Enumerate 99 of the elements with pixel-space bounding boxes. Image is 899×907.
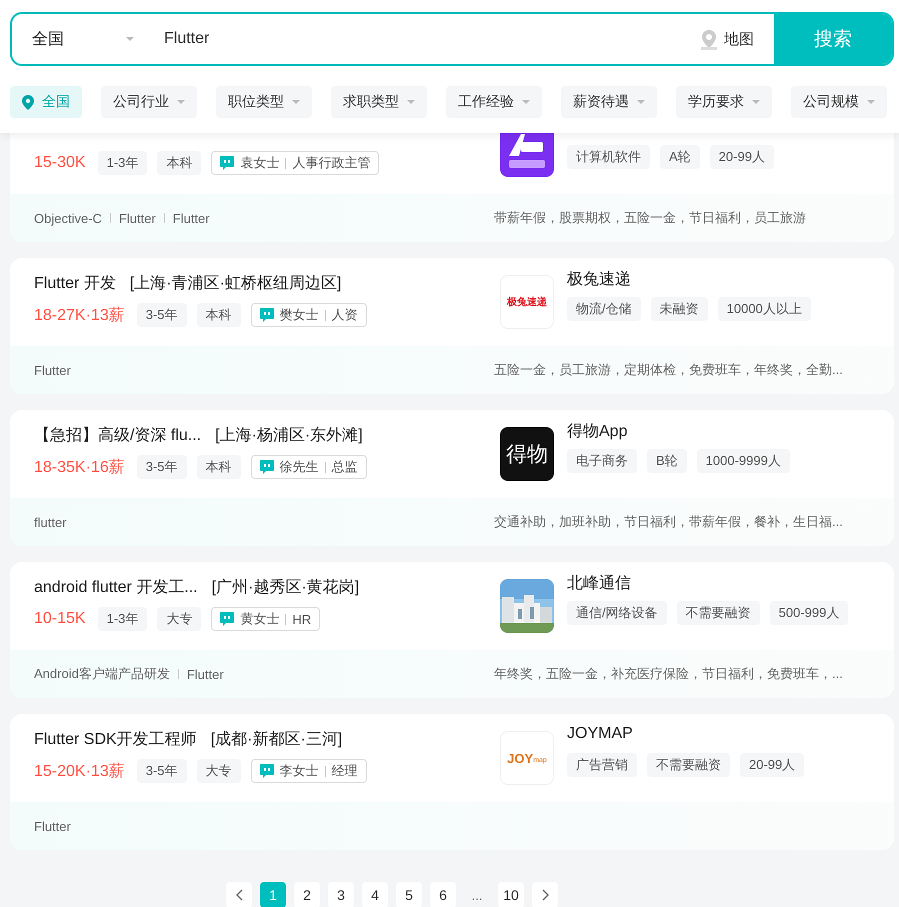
- company-tag: 广告营销: [567, 753, 637, 777]
- recruiter-tag: 樊女士 人资: [250, 303, 367, 327]
- job-tag: 大专: [196, 759, 241, 783]
- skill-tag: Flutter: [186, 666, 224, 682]
- caret-icon: [752, 100, 760, 104]
- company-logo: 极兔速递: [500, 275, 554, 329]
- job-tag: 3-5年: [136, 759, 187, 783]
- recruiter-tag: 袁女士 人事行政主管: [211, 151, 380, 175]
- city-select[interactable]: 全国: [12, 28, 154, 50]
- job-location: [成都·新都区·三河]: [210, 730, 342, 748]
- job-tag: 本科: [196, 303, 241, 327]
- job-tag: 本科: [157, 151, 202, 175]
- job-tag: 本科: [196, 455, 241, 479]
- filter-chip[interactable]: 公司规模: [791, 86, 887, 118]
- recruiter-tag: 李女士 经理: [250, 759, 367, 783]
- job-tag: 3-5年: [136, 303, 187, 327]
- skill-tag: Flutter: [34, 818, 71, 834]
- salary: 18-35K·16薪: [34, 458, 125, 478]
- benefits-text: 年终奖，五险一金，补充医疗保险，节日福利，免费班车，...: [494, 665, 844, 683]
- company-tag: 20-99人: [710, 145, 774, 169]
- company-tag: 20-99人: [740, 753, 804, 777]
- job-card[interactable]: 【急招】高级/资深 flu... [上海·杨浦区·东外滩] 18-35K·16薪 3-5年 本科 徐先生 总监 得物 得物App 电子商务 B轮 1000-9999人 flutter 交通补助，加班补助，节日福利，带薪年假，餐补，生日福...: [10, 410, 894, 546]
- skill-tag: flutter: [34, 514, 67, 530]
- job-location: [上海·青浦区·虹桥枢纽周边区]: [130, 274, 342, 292]
- caret-icon: [637, 100, 645, 104]
- skill-tag: Flutter: [34, 362, 71, 378]
- company-name[interactable]: JOYMAP: [567, 725, 804, 744]
- chat-icon: [220, 612, 234, 626]
- chat-icon: [220, 156, 234, 170]
- company-tag: 电子商务: [567, 449, 637, 473]
- salary: 18-27K·13薪: [34, 306, 125, 326]
- company-name[interactable]: 极兔速递: [567, 269, 811, 288]
- company-tag: 未融资: [650, 297, 708, 321]
- job-tag: 1-3年: [98, 607, 148, 631]
- company-tag: 1000-9999人: [696, 449, 790, 473]
- job-title[interactable]: Flutter SDK开发工程师: [34, 729, 197, 748]
- job-title[interactable]: Flutter 开发: [34, 273, 116, 292]
- recruiter-tag: 徐先生 总监: [250, 455, 367, 479]
- skill-tag: Flutter: [118, 210, 156, 226]
- company-tag: A轮: [660, 145, 700, 169]
- page-button[interactable]: 5: [396, 882, 422, 907]
- salary: 10-15K: [34, 610, 86, 628]
- benefits-text: 带薪年假，股票期权，五险一金，节日福利，员工旅游: [494, 209, 807, 227]
- next-page-button[interactable]: [532, 882, 558, 907]
- location-pin-icon: [22, 94, 34, 110]
- company-name[interactable]: 北峰通信: [567, 573, 848, 592]
- recruiter-tag: 黄女士 HR: [211, 607, 320, 631]
- job-card[interactable]: 15-30K 1-3年 本科 袁女士 人事行政主管 计算机软件 A轮 20-99人 Objective-C Flutter Flutter 带薪年假，股票期权，五险一金，节日福利，员工旅游: [10, 133, 894, 242]
- chat-icon: [260, 460, 274, 474]
- filter-chip[interactable]: 薪资待遇: [561, 86, 657, 118]
- job-title[interactable]: android flutter 开发工...: [34, 577, 198, 596]
- filter-chip[interactable]: 学历要求: [676, 86, 772, 118]
- company-tag: 不需要融资: [676, 601, 760, 625]
- caret-icon: [292, 100, 300, 104]
- previous-page-button[interactable]: [226, 882, 252, 907]
- chat-icon: [260, 764, 274, 778]
- salary: 15-30K: [34, 154, 86, 172]
- skill-tag: Android客户端产品研发: [34, 665, 170, 683]
- job-location: [上海·杨浦区·东外滩]: [215, 426, 363, 444]
- job-title[interactable]: 【急招】高级/资深 flu...: [34, 425, 202, 444]
- search-bar[interactable]: 全国 Flutter 地图 搜索: [10, 12, 894, 66]
- company-tag: 500-999人: [770, 601, 848, 625]
- filter-chip[interactable]: 求职类型: [331, 86, 427, 118]
- company-tag: 通信/网络设备: [567, 601, 667, 625]
- job-card[interactable]: Flutter 开发 [上海·青浦区·虹桥枢纽周边区] 18-27K·13薪 3-5年 本科 樊女士 人资 极兔速递 极兔速递 物流/仓储 未融资 10000人以上 Flutter 五险一金，员工旅游，定期体检，免费班车，年终奖，全勤...: [10, 258, 894, 394]
- caret-icon: [867, 100, 875, 104]
- job-card[interactable]: android flutter 开发工... [广州·越秀区·黄花岗] 10-15K 1-3年 大专 黄女士 HR 北峰通信 通信/网络设备 不需要融资 500-999人 Android客户端产品研发 Flutter 年终奖，五险一金，补充医疗保险，节日福利，免费班车，...: [10, 562, 894, 698]
- salary: 15-20K·13薪: [34, 762, 125, 782]
- caret-icon: [522, 100, 530, 104]
- page-button[interactable]: 6: [430, 882, 456, 907]
- company-tag: 10000人以上: [718, 297, 811, 321]
- company-name[interactable]: 得物App: [567, 421, 790, 440]
- caret-icon: [407, 100, 415, 104]
- skill-tag: Objective-C: [34, 210, 102, 226]
- filter-chip[interactable]: 职位类型: [216, 86, 312, 118]
- page-button[interactable]: 3: [328, 882, 354, 907]
- benefits-text: 五险一金，员工旅游，定期体检，免费班车，年终奖，全勤...: [494, 361, 844, 379]
- company-tag: 计算机软件: [567, 145, 650, 169]
- map-link[interactable]: 地图: [700, 28, 774, 50]
- job-location: [广州·越秀区·黄花岗]: [212, 578, 360, 596]
- page-button[interactable]: 2: [294, 882, 320, 907]
- caret-icon: [126, 37, 134, 41]
- pagination-ellipsis: ...: [470, 888, 484, 902]
- benefits-text: 交通补助，加班补助，节日福利，带薪年假，餐补，生日福...: [494, 513, 844, 531]
- caret-icon: [177, 100, 185, 104]
- job-tag: 大专: [157, 607, 202, 631]
- chat-icon: [260, 308, 274, 322]
- skill-tag: Flutter: [172, 210, 210, 226]
- company-tag: B轮: [647, 449, 687, 473]
- company-tag: 物流/仓储: [567, 297, 641, 321]
- page-button[interactable]: 10: [498, 882, 524, 907]
- filter-chip[interactable]: 公司行业: [101, 86, 197, 118]
- location-pin-icon: [700, 28, 718, 50]
- company-logo: 得物: [500, 427, 554, 481]
- company-tag: 不需要融资: [647, 753, 730, 777]
- job-tag: 1-3年: [98, 151, 148, 175]
- filter-chip[interactable]: 工作经验: [446, 86, 542, 118]
- page-button[interactable]: 4: [362, 882, 388, 907]
- job-tag: 3-5年: [136, 455, 187, 479]
